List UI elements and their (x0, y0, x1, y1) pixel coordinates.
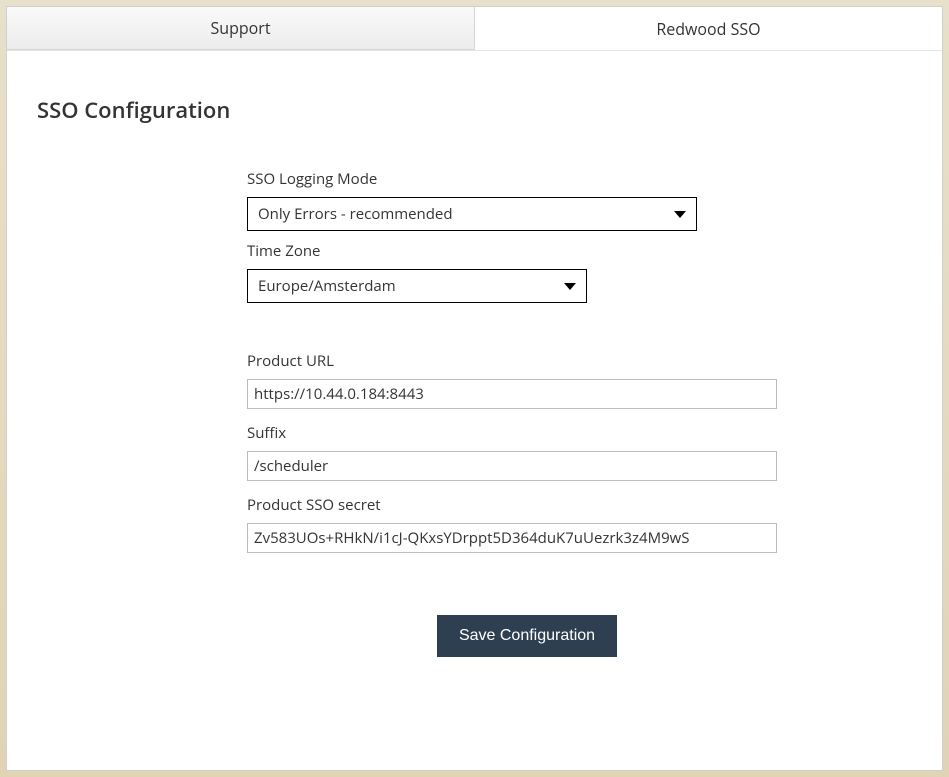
content-area: SSO Configuration SSO Logging Mode Only … (7, 51, 942, 687)
tab-support[interactable]: Support (7, 7, 475, 50)
tab-redwood-sso-label: Redwood SSO (656, 18, 760, 40)
chevron-down-icon (564, 283, 576, 290)
timezone-value: Europe/Amsterdam (258, 276, 556, 296)
tab-redwood-sso[interactable]: Redwood SSO (475, 7, 942, 50)
product-url-input[interactable] (247, 379, 777, 409)
suffix-input[interactable] (247, 451, 777, 481)
save-configuration-button[interactable]: Save Configuration (437, 615, 617, 657)
sso-secret-input[interactable] (247, 523, 777, 553)
page-title: SSO Configuration (37, 95, 912, 125)
logging-mode-select[interactable]: Only Errors - recommended (247, 197, 697, 231)
config-panel: Support Redwood SSO SSO Configuration SS… (6, 6, 943, 771)
suffix-label: Suffix (247, 423, 807, 443)
logging-mode-label: SSO Logging Mode (247, 169, 807, 189)
timezone-label: Time Zone (247, 241, 807, 261)
sso-secret-label: Product SSO secret (247, 495, 807, 515)
logging-mode-value: Only Errors - recommended (258, 204, 666, 224)
button-row: Save Configuration (247, 615, 807, 657)
tab-support-label: Support (210, 17, 270, 39)
product-url-label: Product URL (247, 351, 807, 371)
tab-bar: Support Redwood SSO (7, 7, 942, 51)
chevron-down-icon (674, 211, 686, 218)
timezone-select[interactable]: Europe/Amsterdam (247, 269, 587, 303)
sso-form: SSO Logging Mode Only Errors - recommend… (247, 169, 807, 657)
